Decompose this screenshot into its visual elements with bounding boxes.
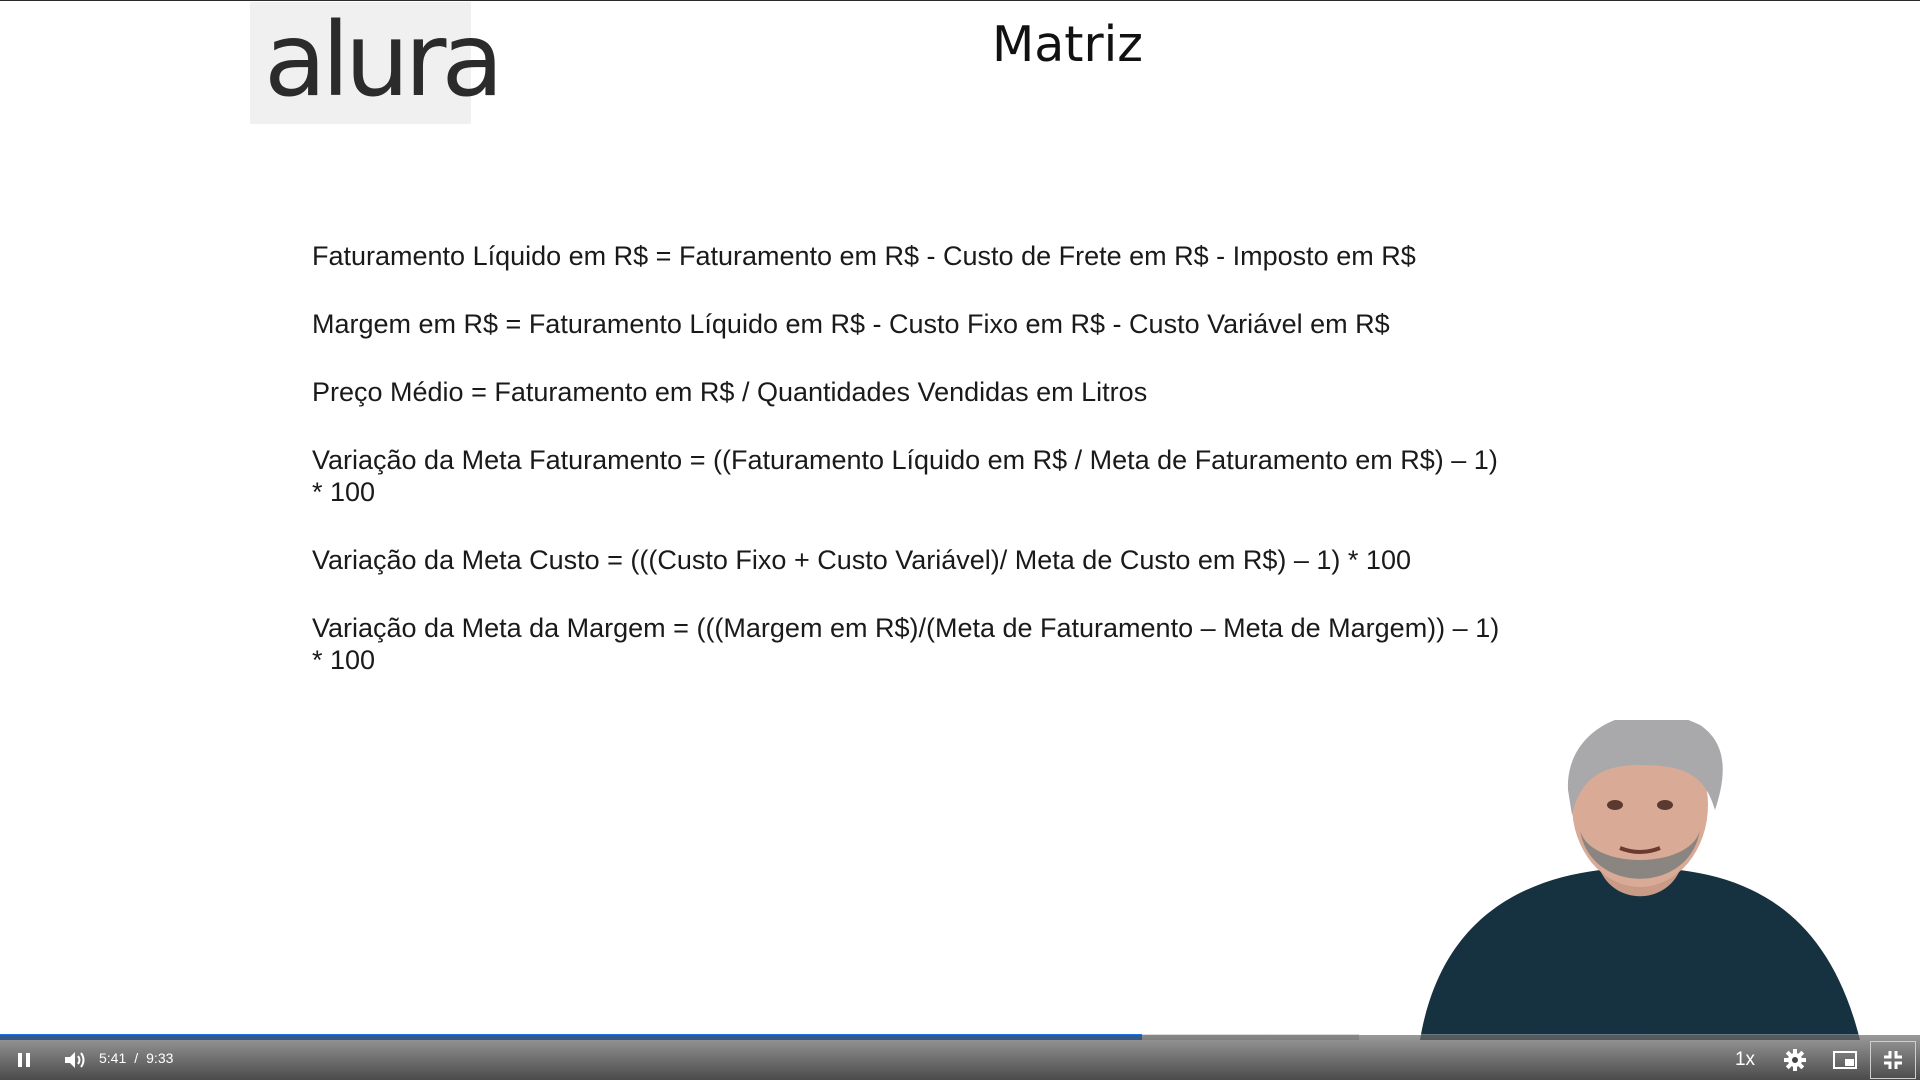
video-frame[interactable]: alura Matriz Faturamento Líquido em R$ =…: [0, 0, 1920, 1080]
current-time: 5:41: [99, 1050, 127, 1066]
alura-logo: alura: [250, 2, 504, 124]
formula-faturamento-liquido: Faturamento Líquido em R$ = Faturamento …: [312, 241, 1416, 271]
picture-in-picture-icon: [1833, 1051, 1857, 1069]
playback-speed-button[interactable]: 1x: [1727, 1046, 1763, 1074]
formula-variacao-meta-faturamento: Variação da Meta Faturamento = ((Faturam…: [312, 445, 1498, 507]
time-display: 5:41 / 9:33: [99, 1050, 181, 1066]
picture-in-picture-button[interactable]: [1830, 1046, 1860, 1074]
player-control-bar: [0, 1035, 1920, 1080]
duration: 9:33: [146, 1050, 174, 1066]
pause-button[interactable]: [10, 1046, 38, 1074]
formula-list: Faturamento Líquido em R$ = Faturamento …: [312, 240, 1562, 712]
formula-variacao-meta-custo: Variação da Meta Custo = (((Custo Fixo +…: [312, 545, 1411, 575]
volume-button[interactable]: [60, 1046, 90, 1074]
gear-icon: [1784, 1049, 1806, 1071]
volume-icon: [65, 1052, 85, 1068]
slide-title: Matriz: [992, 16, 1143, 73]
formula-margem: Margem em R$ = Faturamento Líquido em R$…: [312, 309, 1390, 339]
formula-preco-medio: Preço Médio = Faturamento em R$ / Quanti…: [312, 377, 1148, 407]
pause-icon: [18, 1053, 30, 1067]
logo-text: alura: [264, 1, 504, 120]
exit-fullscreen-button[interactable]: [1870, 1041, 1916, 1079]
speed-label: 1x: [1734, 1049, 1756, 1070]
formula-variacao-meta-margem: Variação da Meta da Margem = (((Margem e…: [312, 613, 1500, 675]
settings-button[interactable]: [1780, 1046, 1810, 1074]
exit-fullscreen-icon: [1884, 1051, 1902, 1069]
presenter-webcam: [1420, 720, 1860, 1040]
time-separator: /: [134, 1050, 139, 1066]
